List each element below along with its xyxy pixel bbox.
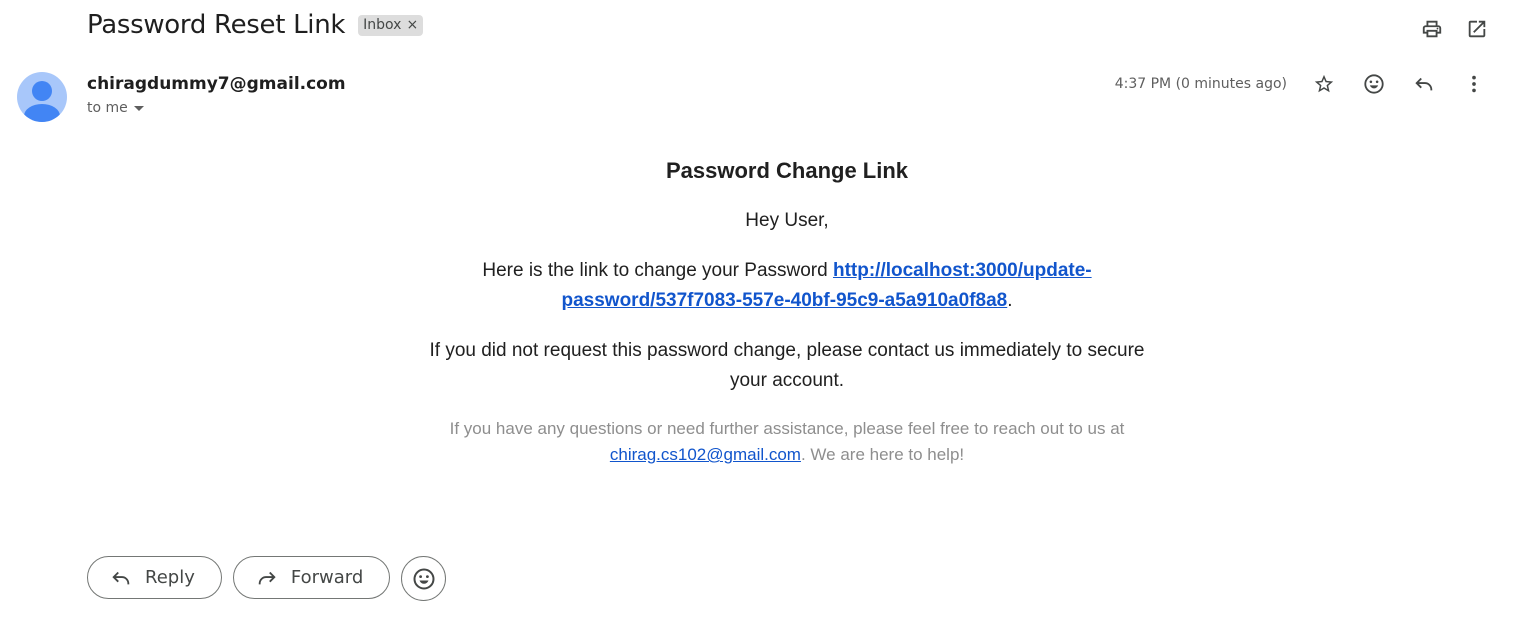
print-icon[interactable] (1421, 18, 1443, 40)
email-timestamp: 4:37 PM (0 minutes ago) (1114, 76, 1287, 92)
email-subject: Password Reset Link (87, 10, 346, 40)
inbox-label-chip[interactable]: Inbox × (358, 14, 424, 36)
recipient-details[interactable]: to me (87, 100, 144, 116)
footnote-prefix: If you have any questions or need furthe… (449, 419, 1125, 438)
forward-icon (258, 571, 276, 584)
reply-actions: Reply Forward (87, 556, 447, 601)
greeting: Hey User, (745, 210, 829, 231)
reset-link-paragraph: Here is the link to change your Password… (420, 256, 1154, 316)
sender-email[interactable]: chiragdummy7@gmail.com (87, 74, 346, 94)
recipient-label: to me (87, 100, 128, 116)
reply-icon[interactable] (1413, 72, 1435, 96)
more-vert-icon[interactable] (1463, 72, 1485, 96)
support-footnote: If you have any questions or need furthe… (420, 416, 1154, 468)
warning-text: If you did not request this password cha… (429, 340, 1145, 391)
reply-button[interactable]: Reply (87, 556, 222, 599)
footnote-suffix: . We are here to help! (800, 445, 965, 464)
forward-label: Forward (290, 567, 364, 588)
reply-label: Reply (145, 567, 195, 588)
label-text: Inbox (363, 16, 402, 33)
link-suffix-text: . (1007, 290, 1013, 311)
forward-button[interactable]: Forward (232, 556, 391, 599)
top-toolbar (1421, 18, 1488, 40)
remove-label-icon[interactable]: × (406, 17, 418, 33)
reply-icon (112, 571, 130, 584)
message-toolbar (1313, 72, 1485, 96)
support-email-link[interactable]: chirag.cs102@gmail.com (610, 445, 801, 464)
emoji-icon (413, 568, 435, 589)
body-heading: Password Change Link (665, 158, 909, 183)
open-in-new-window-icon[interactable] (1466, 18, 1488, 40)
caret-down-icon[interactable] (133, 105, 144, 111)
sender-avatar[interactable] (17, 72, 67, 122)
emoji-reaction-icon[interactable] (1363, 72, 1385, 96)
subject-row: Password Reset Link Inbox × (87, 10, 424, 40)
person-icon (24, 81, 60, 122)
star-icon[interactable] (1313, 72, 1335, 96)
link-intro-text: Here is the link to change your Password (482, 260, 828, 281)
email-body: Password Change Link Hey User, Here is t… (420, 150, 1154, 488)
emoji-reaction-button[interactable] (401, 556, 447, 601)
